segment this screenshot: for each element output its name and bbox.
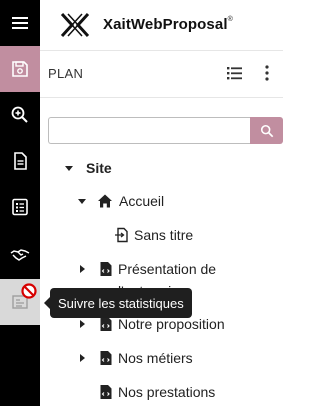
tree-node-label: Nos prestations: [118, 384, 216, 400]
save-button[interactable]: [0, 46, 40, 92]
zoom-in-icon: [11, 106, 28, 123]
menu-button[interactable]: [0, 0, 40, 46]
handshake-icon: [10, 249, 30, 261]
search-icon: [260, 124, 273, 137]
page-link-icon: [115, 227, 128, 243]
tree-node-site[interactable]: Site: [62, 157, 112, 179]
code-file-icon: [100, 317, 112, 331]
tree-node-label: Nos métiers: [118, 350, 193, 366]
more-options-icon[interactable]: [259, 63, 275, 83]
list-view-icon[interactable]: [225, 63, 245, 83]
tree-node-label: Notre proposition: [118, 316, 225, 332]
code-file-icon: [100, 262, 112, 276]
caret-down-icon[interactable]: [62, 161, 76, 175]
xait-logo-icon: [60, 12, 90, 38]
zoom-in-button[interactable]: [0, 92, 40, 138]
save-icon: [12, 61, 28, 77]
side-toolbar: [0, 0, 40, 406]
home-icon: [98, 194, 112, 208]
search-button[interactable]: [250, 117, 283, 144]
brand-name-text: XaitWebProposal: [103, 16, 228, 33]
checklist-icon: [12, 198, 28, 216]
document-icon: [14, 152, 27, 170]
plan-divider: [40, 97, 283, 98]
brand-header: XaitWebProposal®: [40, 0, 283, 50]
menu-icon: [12, 17, 28, 29]
search-input[interactable]: [48, 117, 250, 144]
code-file-icon: [100, 351, 112, 365]
caret-right-icon[interactable]: [75, 317, 89, 331]
statistics-tooltip: Suivre les statistiques: [44, 288, 192, 318]
code-file-icon: [100, 385, 112, 399]
caret-right-icon[interactable]: [75, 351, 89, 365]
tree-node-nos-prestations[interactable]: Nos prestations: [99, 381, 215, 403]
tree-node-sans-titre[interactable]: Sans titre: [114, 224, 193, 246]
brand-name: XaitWebProposal®: [103, 16, 233, 33]
tooltip-text: Suivre les statistiques: [58, 295, 184, 311]
not-allowed-cursor-icon: [21, 283, 37, 299]
tree-node-label: Site: [86, 160, 112, 176]
tree-node-accueil[interactable]: Accueil: [75, 190, 164, 212]
document-button[interactable]: [0, 138, 40, 184]
plan-title: PLAN: [48, 66, 84, 81]
header-divider: [40, 50, 283, 51]
tree-node-label: Sans titre: [134, 227, 194, 243]
registered-mark: ®: [227, 16, 233, 23]
handshake-button[interactable]: [0, 232, 40, 278]
caret-down-icon[interactable]: [75, 194, 89, 208]
tree-node-label: Accueil: [119, 193, 165, 209]
tree-node-nos-metiers[interactable]: Nos métiers: [75, 347, 193, 369]
caret-right-icon[interactable]: [75, 262, 89, 276]
checklist-button[interactable]: [0, 184, 40, 230]
